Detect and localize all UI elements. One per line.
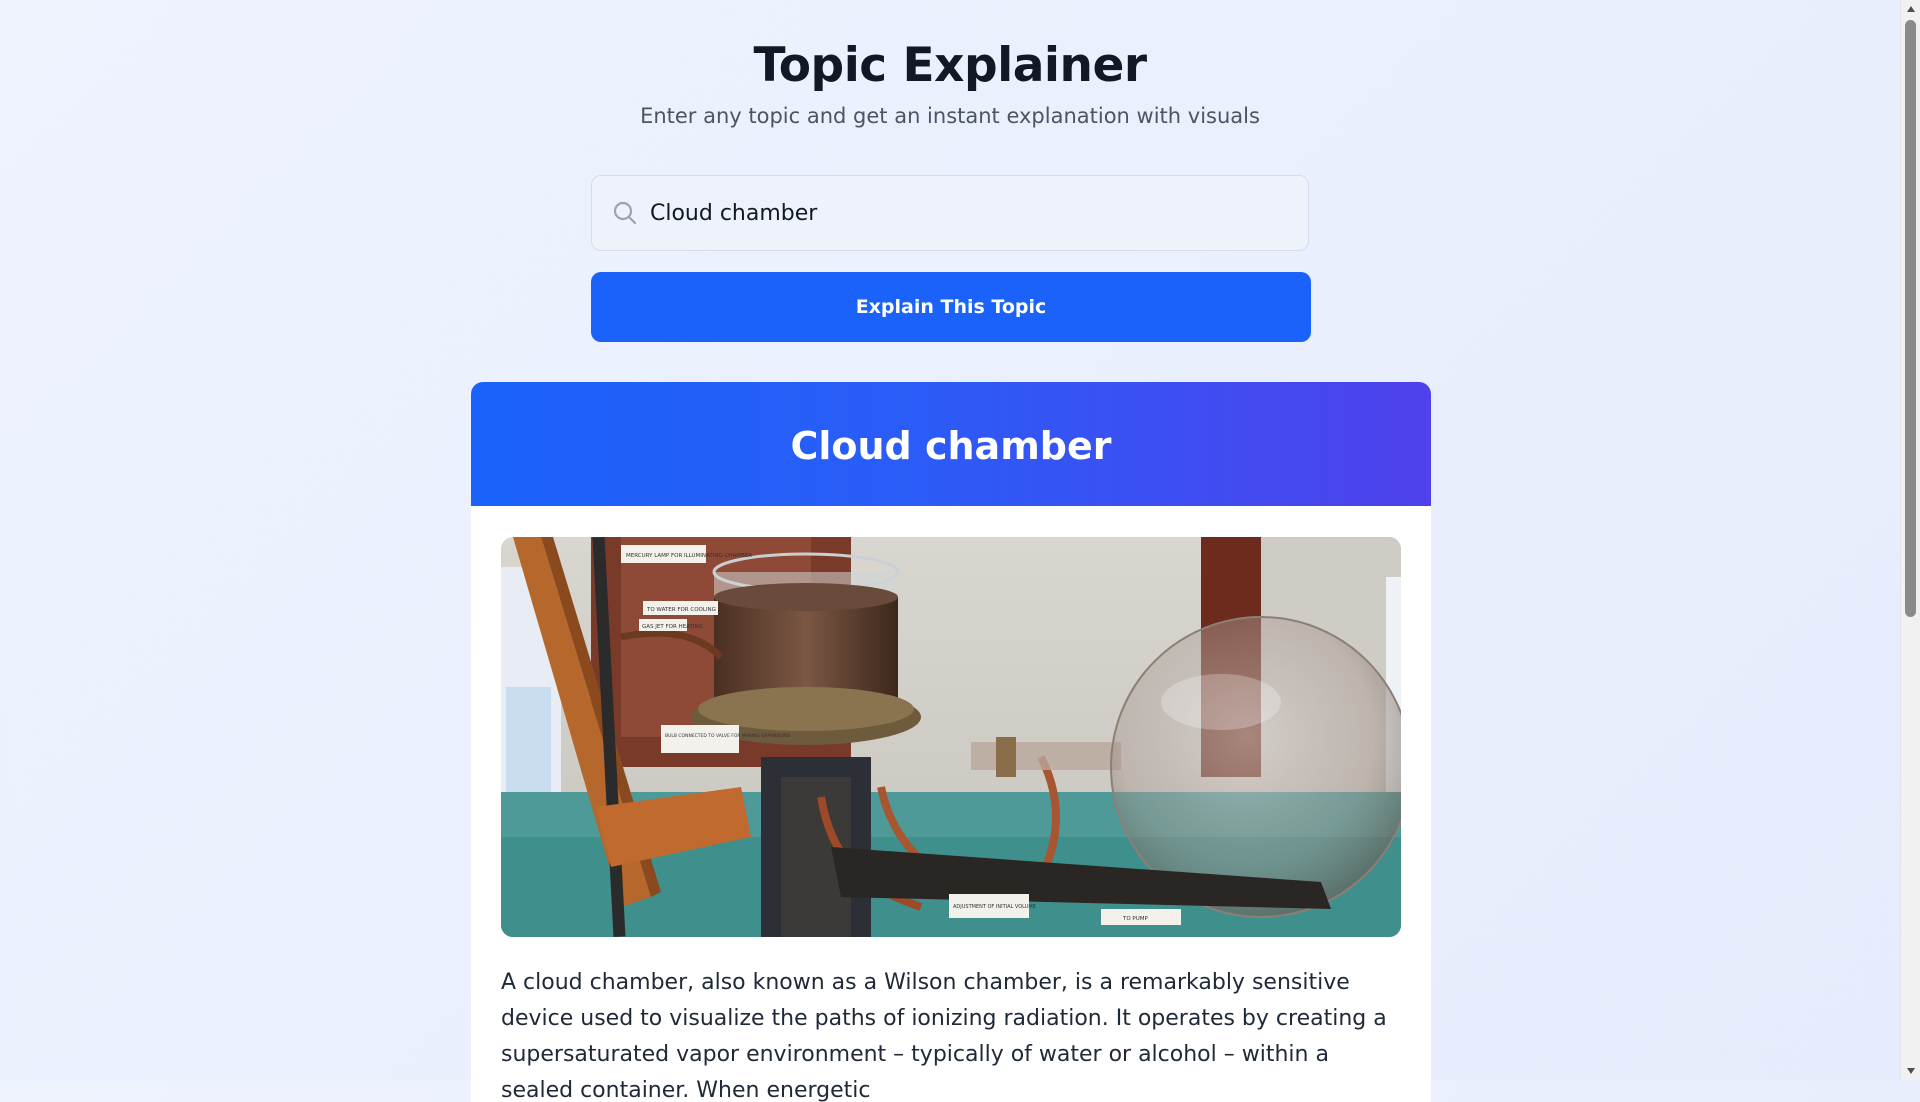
image-label-text: TO WATER FOR COOLING [646,607,716,613]
page-subtitle: Enter any topic and get an instant expla… [640,104,1260,128]
result-header: Cloud chamber [471,382,1431,506]
scroll-up-arrow-icon[interactable] [1901,0,1920,18]
image-label-text: BULB CONNECTED TO VALVE FOR MAKING EXPAN… [665,733,790,739]
explain-topic-button[interactable]: Explain This Topic [591,272,1311,342]
topic-image: MERCURY LAMP FOR ILLUMINATING CHAMBER TO… [501,537,1401,937]
image-label-text: MERCURY LAMP FOR ILLUMINATING CHAMBER [626,553,752,559]
search-icon [612,200,638,226]
result-title: Cloud chamber [790,424,1112,468]
scroll-down-arrow-icon[interactable] [1901,1062,1920,1080]
page: Topic Explainer Enter any topic and get … [0,0,1900,1102]
search-input[interactable] [650,200,1290,226]
image-label-text: GAS JET FOR HEATING [642,624,703,630]
vertical-scrollbar[interactable] [1900,0,1920,1080]
image-label-text: TO PUMP [1122,916,1149,922]
result-card: Cloud chamber MERCURY LAMP FOR ILLUMINAT… [471,382,1431,1102]
page-title: Topic Explainer [753,38,1147,93]
image-label-text: ADJUSTMENT OF INITIAL VOLUME [953,904,1036,910]
topic-description: A cloud chamber, also known as a Wilson … [501,970,1387,1102]
search-box[interactable] [591,175,1309,251]
scrollbar-thumb[interactable] [1905,20,1916,617]
